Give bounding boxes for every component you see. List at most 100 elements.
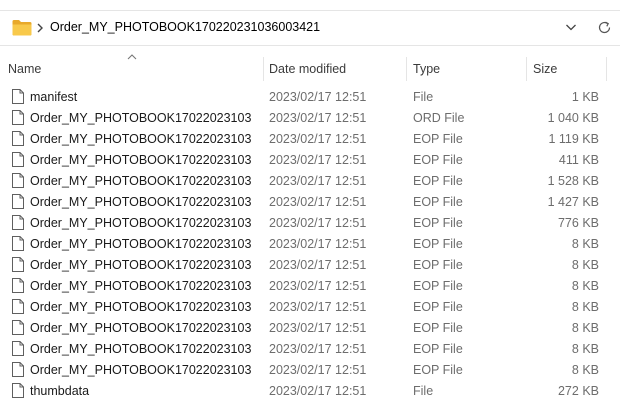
file-size: 1 119 KB	[548, 132, 599, 146]
file-date-modified: 2023/02/17 12:51	[269, 321, 367, 335]
file-type: EOP File	[413, 237, 463, 251]
file-icon	[12, 131, 24, 146]
file-name: Order_MY_PHOTOBOOK17022023103600...	[30, 258, 252, 272]
column-header-date-modified[interactable]: Date modified	[269, 62, 346, 76]
file-name: Order_MY_PHOTOBOOK17022023103600...	[30, 321, 252, 335]
file-size: 8 KB	[571, 258, 599, 272]
file-row[interactable]: Order_MY_PHOTOBOOK17022023103600... 2023/…	[0, 339, 620, 360]
file-size: 1 528 KB	[547, 174, 599, 188]
file-name: Order_MY_PHOTOBOOK17022023103600...	[30, 111, 252, 125]
file-name: Order_MY_PHOTOBOOK17022023103600...	[30, 216, 252, 230]
file-size: 8 KB	[571, 321, 599, 335]
file-icon	[12, 362, 24, 377]
file-type: EOP File	[413, 258, 463, 272]
file-type: EOP File	[413, 153, 463, 167]
chevron-down-icon[interactable]	[565, 23, 577, 32]
file-name: Order_MY_PHOTOBOOK17022023103600...	[30, 237, 252, 251]
file-date-modified: 2023/02/17 12:51	[269, 363, 367, 377]
file-size: 8 KB	[571, 342, 599, 356]
folder-icon	[12, 20, 32, 36]
file-icon	[12, 278, 24, 293]
column-header-size[interactable]: Size	[533, 62, 557, 76]
file-row[interactable]: Order_MY_PHOTOBOOK17022023103600... 2023/…	[0, 108, 620, 129]
file-type: EOP File	[413, 363, 463, 377]
refresh-icon[interactable]	[597, 20, 612, 35]
file-type: EOP File	[413, 174, 463, 188]
file-name: Order_MY_PHOTOBOOK17022023103600...	[30, 132, 252, 146]
file-size: 776 KB	[557, 216, 599, 230]
file-type: EOP File	[413, 195, 463, 209]
file-type: EOP File	[413, 300, 463, 314]
file-date-modified: 2023/02/17 12:51	[269, 111, 367, 125]
file-icon	[12, 299, 24, 314]
file-list: manifest 2023/02/17 12:51 File 1 KB Order_MY…	[0, 87, 620, 402]
file-row[interactable]: manifest 2023/02/17 12:51 File 1 KB	[0, 87, 620, 108]
file-name: manifest	[30, 90, 78, 104]
file-icon	[12, 152, 24, 167]
file-type: EOP File	[413, 132, 463, 146]
file-row[interactable]: Order_MY_PHOTOBOOK17022023103600... 2023/…	[0, 150, 620, 171]
column-headers: Name Date modified Type Size	[0, 57, 620, 81]
file-type: EOP File	[413, 321, 463, 335]
file-type: File	[413, 384, 434, 398]
column-divider[interactable]	[263, 57, 264, 81]
file-name: Order_MY_PHOTOBOOK17022023103600...	[30, 300, 252, 314]
address-bar[interactable]: Order_MY_PHOTOBOOK170220231036003421	[0, 10, 620, 46]
file-name: Order_MY_PHOTOBOOK17022023103600...	[30, 363, 252, 377]
file-date-modified: 2023/02/17 12:51	[269, 342, 367, 356]
file-row[interactable]: Order_MY_PHOTOBOOK17022023103600... 2023/…	[0, 276, 620, 297]
file-icon	[12, 110, 24, 125]
file-icon	[12, 215, 24, 230]
file-icon	[12, 173, 24, 188]
file-size: 411 KB	[558, 153, 599, 167]
file-type: ORD File	[413, 111, 465, 125]
file-date-modified: 2023/02/17 12:51	[269, 300, 367, 314]
chevron-right-icon[interactable]	[36, 22, 44, 34]
file-icon	[12, 341, 24, 356]
file-icon	[12, 383, 24, 398]
file-date-modified: 2023/02/17 12:51	[269, 216, 367, 230]
file-size: 1 040 KB	[547, 111, 599, 125]
file-size: 1 427 KB	[547, 195, 599, 209]
file-icon	[12, 194, 24, 209]
column-header-type[interactable]: Type	[413, 62, 440, 76]
file-row[interactable]: Order_MY_PHOTOBOOK17022023103600... 2023/…	[0, 297, 620, 318]
file-size: 8 KB	[571, 363, 599, 377]
file-type: EOP File	[413, 216, 463, 230]
file-row[interactable]: Order_MY_PHOTOBOOK17022023103600... 2023/…	[0, 255, 620, 276]
file-name: Order_MY_PHOTOBOOK17022023103600...	[30, 342, 252, 356]
file-type: File	[413, 90, 434, 104]
file-name: Order_MY_PHOTOBOOK17022023103600...	[30, 174, 252, 188]
file-size: 8 KB	[571, 279, 599, 293]
file-name: Order_MY_PHOTOBOOK17022023103600...	[30, 279, 252, 293]
file-icon	[12, 320, 24, 335]
file-row[interactable]: Order_MY_PHOTOBOOK17022023103600... 2023/…	[0, 360, 620, 381]
file-row[interactable]: Order_MY_PHOTOBOOK17022023103600... 2023/…	[0, 192, 620, 213]
file-size: 8 KB	[571, 237, 599, 251]
file-row[interactable]: Order_MY_PHOTOBOOK17022023103600... 2023/…	[0, 213, 620, 234]
file-date-modified: 2023/02/17 12:51	[269, 132, 367, 146]
file-date-modified: 2023/02/17 12:51	[269, 90, 367, 104]
column-divider[interactable]	[526, 57, 527, 81]
file-type: EOP File	[413, 279, 463, 293]
file-date-modified: 2023/02/17 12:51	[269, 153, 367, 167]
file-size: 272 KB	[557, 384, 599, 398]
address-path[interactable]: Order_MY_PHOTOBOOK170220231036003421	[50, 20, 320, 34]
file-size: 8 KB	[571, 300, 599, 314]
file-name: Order_MY_PHOTOBOOK17022023103600...	[30, 195, 252, 209]
file-type: EOP File	[413, 342, 463, 356]
file-row[interactable]: Order_MY_PHOTOBOOK17022023103600... 2023/…	[0, 318, 620, 339]
file-icon	[12, 257, 24, 272]
column-header-name[interactable]: Name	[8, 62, 41, 76]
column-divider[interactable]	[606, 57, 607, 81]
file-name: thumbdata	[30, 384, 90, 398]
file-icon	[12, 89, 24, 104]
file-row[interactable]: thumbdata 2023/02/17 12:51 File 272 KB	[0, 381, 620, 402]
file-row[interactable]: Order_MY_PHOTOBOOK17022023103600... 2023/…	[0, 171, 620, 192]
file-row[interactable]: Order_MY_PHOTOBOOK17022023103600... 2023/…	[0, 234, 620, 255]
column-divider[interactable]	[406, 57, 407, 81]
file-date-modified: 2023/02/17 12:51	[269, 258, 367, 272]
file-row[interactable]: Order_MY_PHOTOBOOK17022023103600... 2023/…	[0, 129, 620, 150]
file-date-modified: 2023/02/17 12:51	[269, 279, 367, 293]
file-date-modified: 2023/02/17 12:51	[269, 195, 367, 209]
